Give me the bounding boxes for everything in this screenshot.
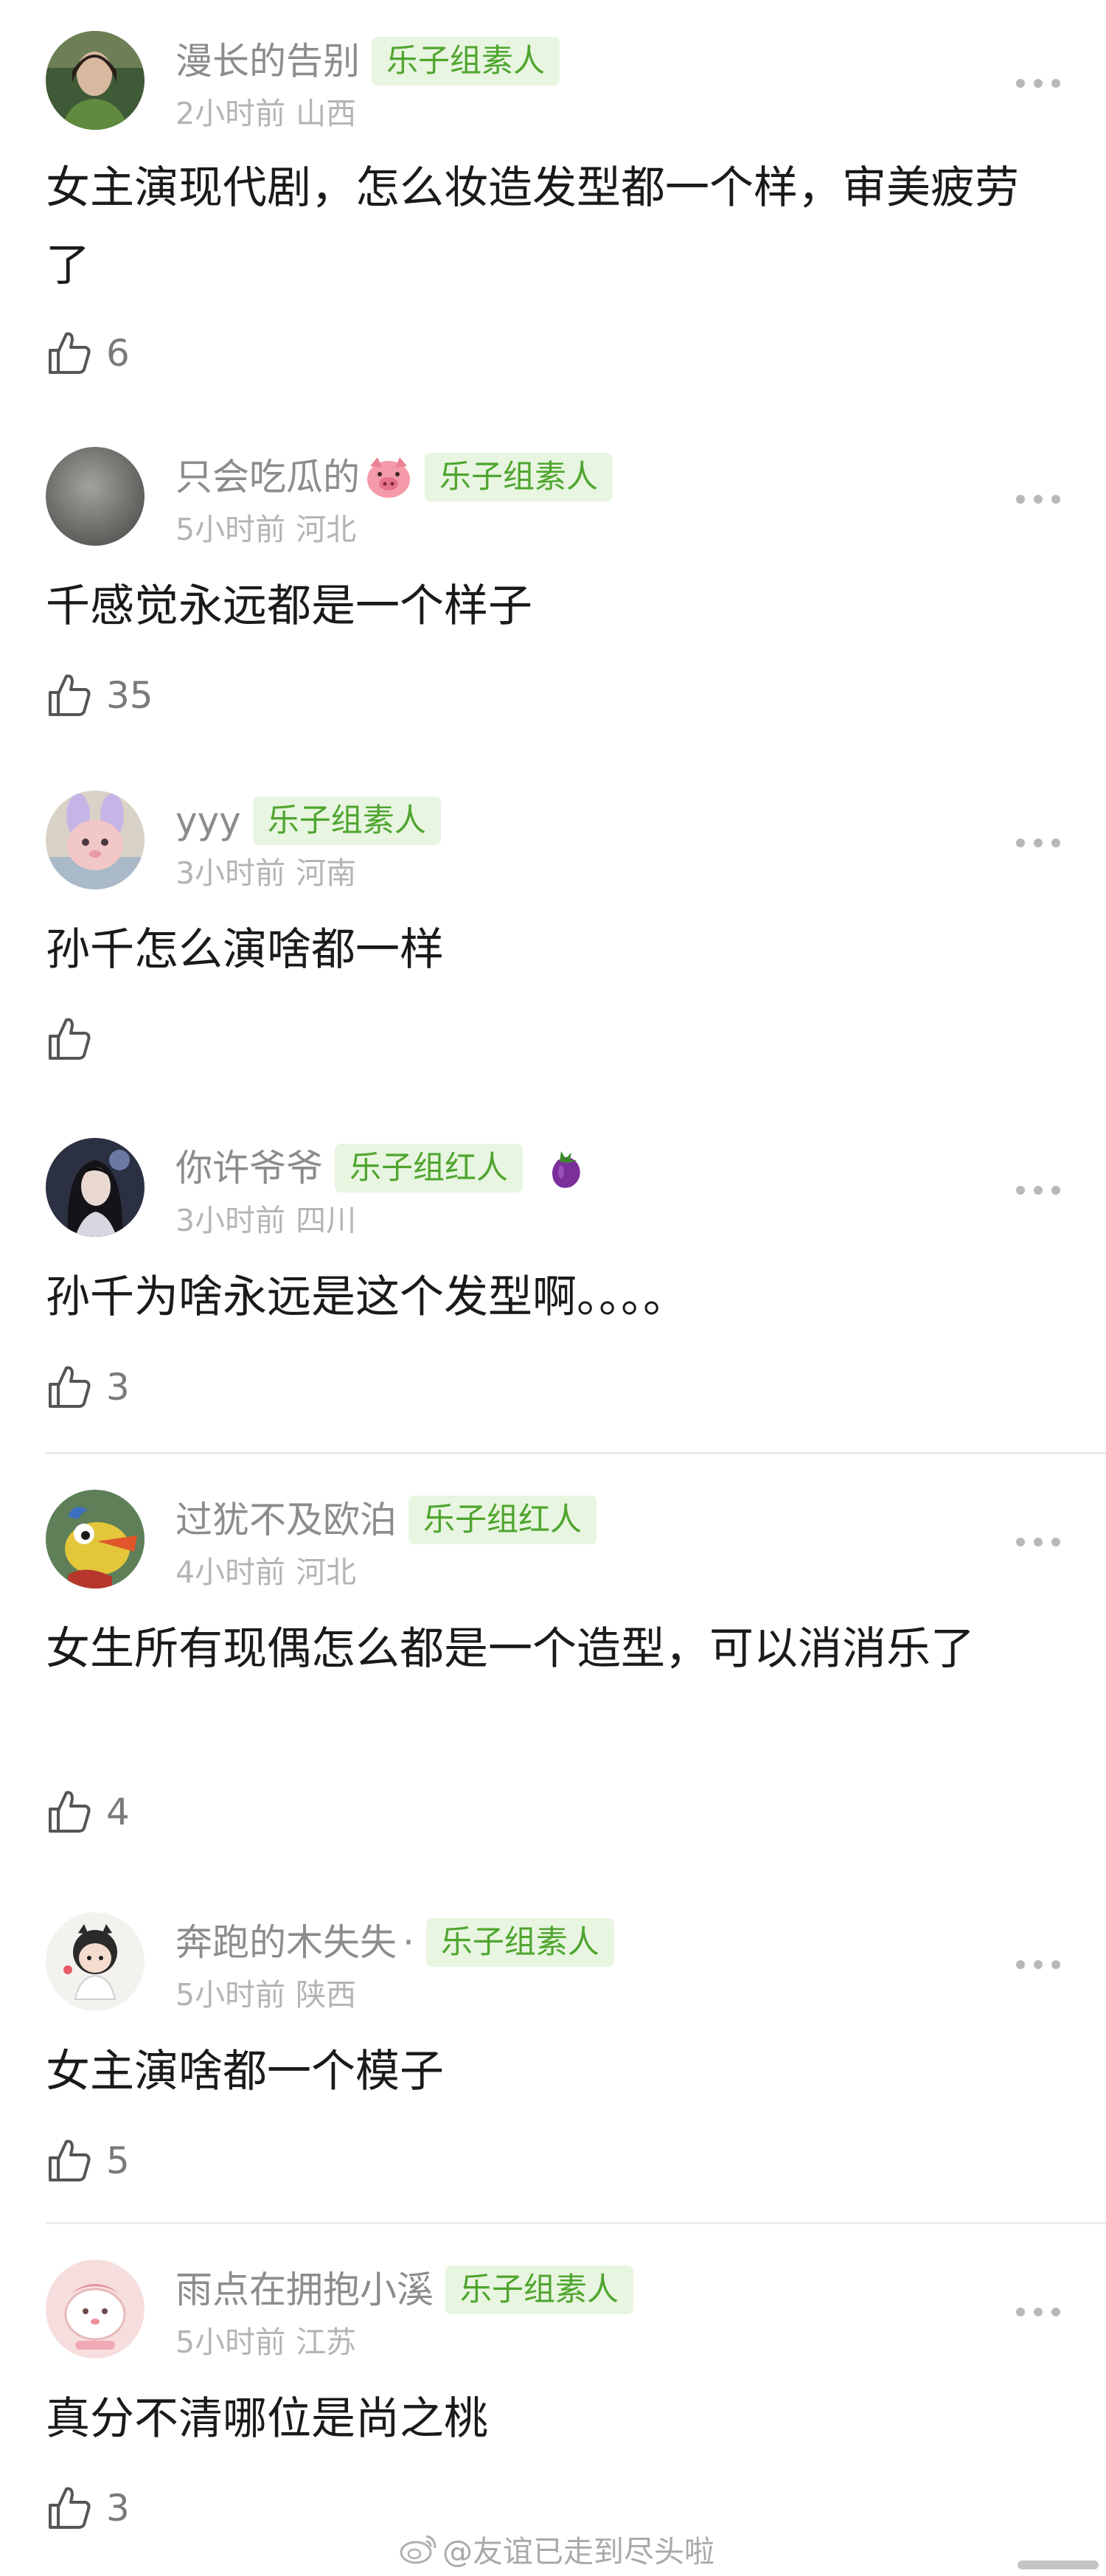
thumbs-up-icon	[46, 1364, 93, 1411]
weibo-watermark: @友谊已走到尽头啦	[398, 2527, 714, 2571]
user-info: yyy 乐子组素人	[175, 795, 441, 847]
comment-location: 江苏	[296, 2325, 357, 2360]
user-avatar[interactable]	[46, 31, 145, 130]
comment-text: 孙千为啥永远是这个发型啊。。。。	[46, 1271, 687, 1323]
user-info: 只会吃瓜的 乐子组素人	[175, 451, 613, 503]
user-avatar[interactable]	[46, 1138, 145, 1237]
weibo-logo-icon	[400, 2535, 437, 2564]
comment-time: 5小时前	[175, 1977, 286, 2013]
comment-location: 河北	[296, 512, 357, 547]
user-badge: 乐子组素人	[425, 453, 613, 501]
username[interactable]: yyy	[175, 795, 241, 847]
user-avatar[interactable]	[46, 791, 145, 889]
more-options-icon[interactable]	[1016, 490, 1060, 509]
like-count: 3	[106, 1366, 130, 1409]
more-options-icon[interactable]	[1016, 2302, 1060, 2322]
username[interactable]: 过犹不及欧泊	[175, 1494, 397, 1546]
home-indicator	[1018, 2561, 1099, 2569]
pink-cartoon-avatar-icon	[46, 2260, 145, 2358]
chibi-girl-avatar-icon	[46, 1912, 145, 2011]
user-badge: 乐子组素人	[252, 796, 441, 845]
like-button[interactable]	[46, 1013, 106, 1066]
like-count: 5	[106, 2139, 130, 2182]
user-info: 漫长的告别 乐子组素人	[175, 35, 560, 87]
comment-time: 4小时前	[175, 1555, 286, 1590]
comment-time: 2小时前	[175, 96, 286, 131]
username[interactable]: 你许爷爷	[175, 1142, 323, 1194]
comment-text: 女生所有现偶怎么都是一个造型，可以消消乐了	[46, 1623, 975, 1675]
gray-blur-avatar-icon	[46, 447, 145, 546]
more-options-icon[interactable]	[1016, 1955, 1060, 1974]
thumbs-up-icon	[46, 330, 93, 377]
thumbs-up-icon	[46, 672, 93, 719]
more-options-icon[interactable]	[1016, 1532, 1060, 1552]
comment-location: 河北	[296, 1555, 357, 1590]
comment-location: 陕西	[296, 1977, 357, 2013]
user-avatar[interactable]	[46, 1490, 145, 1589]
comment-meta: 3小时前 四川	[175, 1201, 356, 1240]
comment-text: 孙千怎么演啥都一样	[46, 924, 444, 976]
cartoon-bird-avatar-icon	[46, 1490, 145, 1589]
comment-meta: 5小时前 江苏	[175, 2323, 356, 2361]
thumbs-up-icon	[46, 2137, 93, 2184]
like-button[interactable]: 35	[46, 669, 153, 722]
like-button[interactable]: 6	[46, 327, 130, 380]
user-badge: 乐子组素人	[445, 2266, 633, 2314]
thumbs-up-icon	[46, 2485, 93, 2532]
comment-meta: 4小时前 河北	[175, 1553, 356, 1591]
user-info: 过犹不及欧泊 乐子组红人	[175, 1494, 597, 1546]
comment-time: 3小时前	[175, 855, 286, 891]
like-count: 35	[106, 674, 153, 717]
like-count: 4	[106, 1791, 130, 1833]
comment-meta: 3小时前 河南	[175, 854, 356, 892]
username[interactable]: 漫长的告别	[175, 35, 360, 87]
woman-in-green-avatar-icon	[46, 31, 145, 130]
user-badge: 乐子组红人	[408, 1496, 597, 1544]
username[interactable]: 奔跑的木失失	[175, 1917, 397, 1968]
user-info: 奔跑的木失失 · 乐子组素人	[175, 1917, 614, 1968]
comment-time: 5小时前	[175, 512, 286, 547]
pink-bunny-plush-avatar-icon	[46, 791, 145, 889]
comment-meta: 5小时前 陕西	[175, 1976, 356, 2014]
comment-location: 山西	[296, 96, 357, 131]
user-avatar[interactable]	[46, 2260, 145, 2358]
dark-hair-character-avatar-icon	[46, 1138, 145, 1237]
more-options-icon[interactable]	[1016, 833, 1060, 853]
comment-location: 四川	[296, 1203, 357, 1238]
comment-text: 女主演现代剧，怎么妆造发型都一个样，审美疲劳了	[46, 162, 1019, 291]
more-options-icon[interactable]	[1016, 1181, 1060, 1200]
comment-time: 5小时前	[175, 2325, 286, 2360]
user-avatar[interactable]	[46, 1912, 145, 2011]
like-count: 3	[106, 2487, 130, 2530]
name-separator: ·	[403, 1921, 414, 1964]
thumbs-up-icon	[46, 1788, 93, 1836]
section-divider	[46, 1452, 1106, 1454]
comment-text: 千感觉永远都是一个样子	[46, 580, 532, 632]
like-button[interactable]: 3	[46, 1361, 130, 1414]
section-divider	[46, 2222, 1106, 2224]
like-button[interactable]: 4	[46, 1785, 130, 1839]
pig-face-emoji-icon	[364, 453, 413, 501]
watermark-text: @友谊已走到尽头啦	[442, 2534, 714, 2569]
user-info: 你许爷爷 乐子组红人	[175, 1142, 588, 1194]
user-badge: 乐子组素人	[425, 1918, 614, 1967]
comment-meta: 5小时前 河北	[175, 510, 356, 549]
comment-time: 3小时前	[175, 1203, 286, 1238]
user-info: 雨点在拥抱小溪 乐子组素人	[175, 2264, 633, 2316]
comment-text: 女主演啥都一个模子	[46, 2046, 444, 2097]
username[interactable]: 雨点在拥抱小溪	[175, 2264, 434, 2316]
comment-location: 河南	[296, 855, 357, 891]
like-count: 6	[106, 332, 130, 375]
user-badge: 乐子组素人	[372, 37, 560, 86]
comment-meta: 2小时前 山西	[175, 94, 356, 133]
user-avatar[interactable]	[46, 447, 145, 546]
eggplant-icon	[545, 1144, 588, 1192]
user-badge: 乐子组红人	[335, 1144, 523, 1192]
like-button[interactable]: 5	[46, 2134, 130, 2187]
like-button[interactable]: 3	[46, 2482, 130, 2535]
more-options-icon[interactable]	[1016, 74, 1060, 93]
username[interactable]: 只会吃瓜的	[175, 451, 360, 503]
comment-text: 真分不清哪位是尚之桃	[46, 2393, 488, 2445]
thumbs-up-icon	[46, 1016, 93, 1063]
